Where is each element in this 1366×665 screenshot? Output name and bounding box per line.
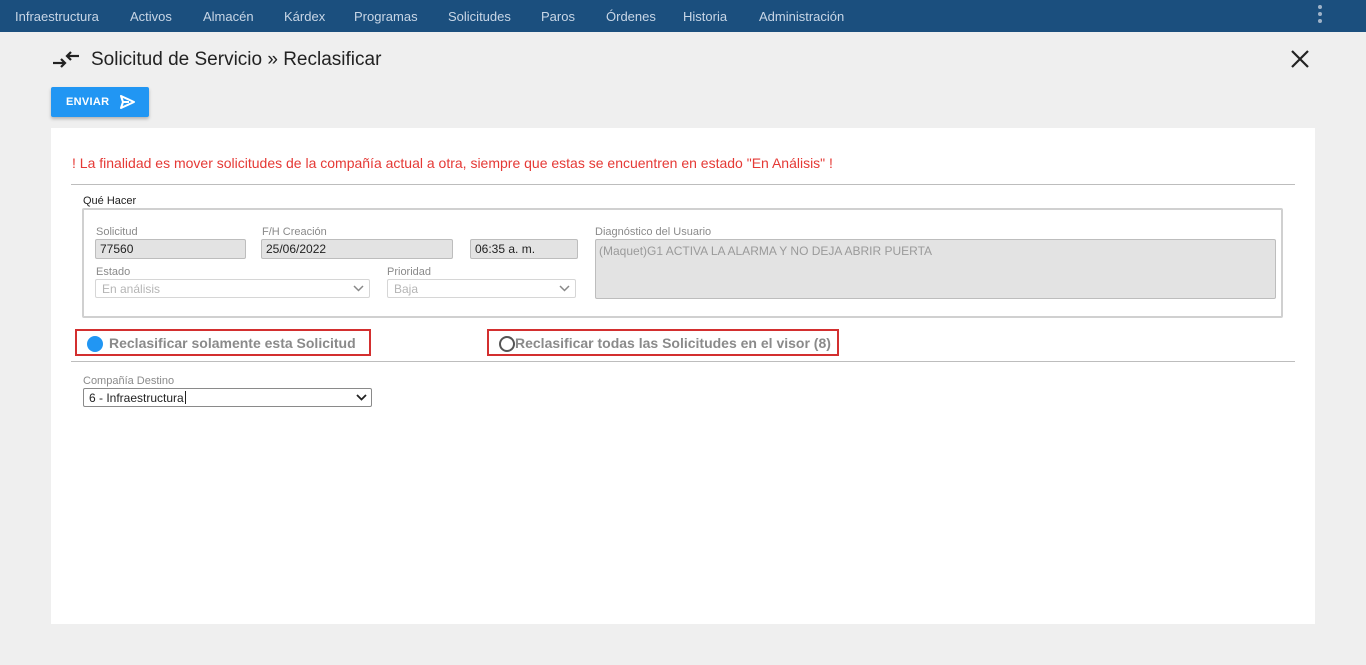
radio-reclassify-single[interactable]: Reclasificar solamente esta Solicitud	[75, 329, 371, 356]
nav-item-activos[interactable]: Activos	[130, 9, 172, 24]
nav-item-ordenes[interactable]: Órdenes	[606, 9, 656, 24]
radio-selected-icon	[87, 336, 103, 352]
creacion-date-field: 25/06/2022	[261, 239, 453, 259]
main-card	[51, 128, 1315, 624]
swap-arrows-icon	[53, 51, 79, 68]
text-caret	[184, 391, 186, 404]
fieldset-legend: Qué Hacer	[83, 195, 137, 207]
prioridad-label: Prioridad	[387, 266, 432, 278]
radio-all-label: Reclasificar todas las Solicitudes en el…	[515, 335, 831, 351]
prioridad-value: Baja	[394, 282, 419, 296]
chevron-down-icon	[356, 394, 367, 401]
nav-item-solicitudes[interactable]: Solicitudes	[448, 9, 511, 24]
creacion-time-field: 06:35 a. m.	[470, 239, 578, 259]
solicitud-label: Solicitud	[96, 226, 138, 238]
nav-item-historia[interactable]: Historia	[683, 9, 727, 24]
nav-item-kardex[interactable]: Kárdex	[284, 9, 325, 24]
radio-reclassify-all[interactable]: Reclasificar todas las Solicitudes en el…	[487, 329, 839, 356]
nav-item-programas[interactable]: Programas	[354, 9, 418, 24]
chevron-down-icon	[353, 285, 364, 292]
divider-bottom	[71, 361, 1295, 362]
send-button-label: ENVIAR	[66, 96, 110, 108]
diagnostico-label: Diagnóstico del Usuario	[595, 226, 712, 238]
estado-label: Estado	[96, 266, 131, 278]
radio-unselected-icon	[499, 336, 515, 352]
solicitud-field: 77560	[95, 239, 246, 259]
destino-select[interactable]: 6 - Infraestructura	[83, 388, 372, 407]
destino-value: 6 - Infraestructura	[89, 391, 184, 405]
send-icon	[120, 95, 135, 109]
warning-message: ! La finalidad es mover solicitudes de l…	[72, 155, 833, 171]
page-title: Solicitud de Servicio » Reclasificar	[91, 49, 382, 70]
nav-item-infraestructura[interactable]: Infraestructura	[15, 9, 99, 24]
nav-item-administracion[interactable]: Administración	[759, 9, 844, 24]
prioridad-select: Baja	[387, 279, 576, 298]
kebab-vertical-icon[interactable]	[1312, 4, 1328, 24]
estado-value: En análisis	[102, 282, 161, 296]
top-nav-bar: Infraestructura Activos Almacén Kárdex P…	[0, 0, 1366, 32]
chevron-down-icon	[559, 285, 570, 292]
nav-item-almacen[interactable]: Almacén	[203, 9, 254, 24]
diagnostico-field: (Maquet)G1 ACTIVA LA ALARMA Y NO DEJA AB…	[595, 239, 1276, 299]
destino-label: Compañía Destino	[83, 375, 175, 387]
close-icon[interactable]	[1288, 47, 1312, 71]
estado-select: En análisis	[95, 279, 370, 298]
send-button[interactable]: ENVIAR	[51, 87, 149, 117]
creacion-label: F/H Creación	[262, 226, 327, 238]
nav-item-paros[interactable]: Paros	[541, 9, 575, 24]
divider-top	[71, 184, 1295, 185]
radio-single-label: Reclasificar solamente esta Solicitud	[109, 335, 356, 351]
